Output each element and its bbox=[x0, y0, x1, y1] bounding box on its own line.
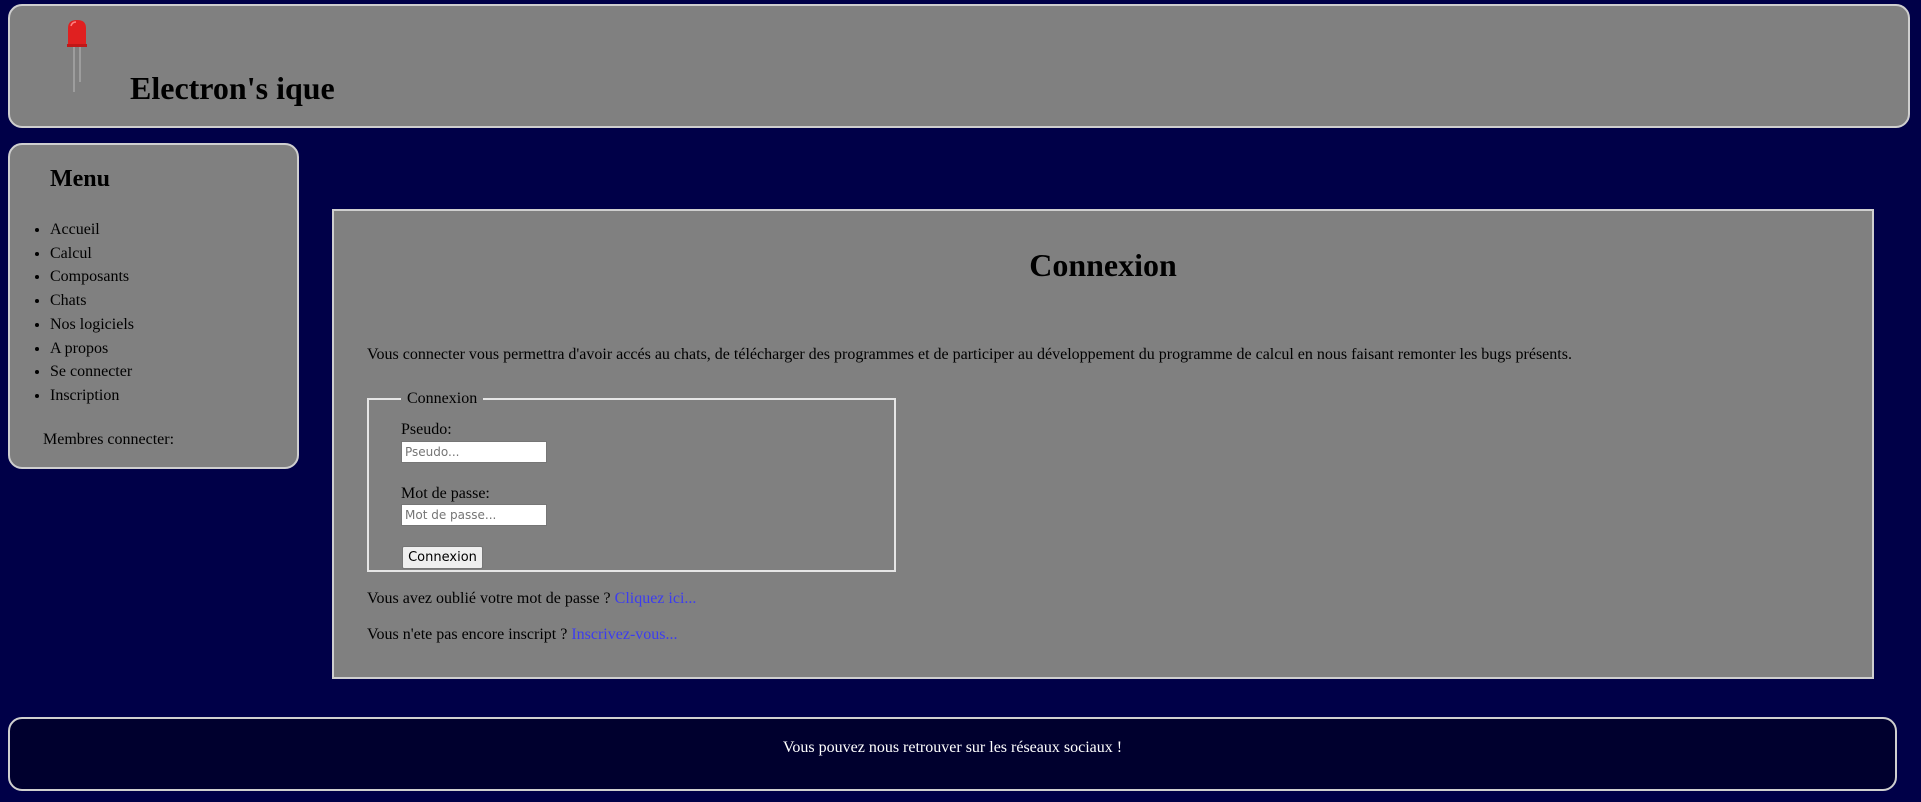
menu-item-accueil[interactable]: Accueil bbox=[50, 218, 134, 242]
forgot-password-line: Vous avez oublié votre mot de passe ? Cl… bbox=[367, 591, 696, 607]
site-footer: Vous pouvez nous retrouver sur les résea… bbox=[8, 717, 1897, 791]
register-text: Vous n'ete pas encore inscript ? bbox=[367, 626, 568, 643]
led-icon bbox=[67, 20, 87, 92]
connected-members-label: Membres connecter: bbox=[43, 431, 175, 448]
password-label: Mot de passe: bbox=[401, 485, 490, 502]
menu-item-calcul[interactable]: Calcul bbox=[50, 242, 134, 266]
site-header: Electron's ique bbox=[8, 4, 1910, 128]
pseudo-input[interactable] bbox=[401, 441, 547, 463]
menu-item-se-connecter[interactable]: Se connecter bbox=[50, 360, 134, 384]
menu-item-composants[interactable]: Composants bbox=[50, 265, 134, 289]
footer-text: Vous pouvez nous retrouver sur les résea… bbox=[782, 739, 1123, 756]
sidebar-menu: Menu Accueil Calcul Composants Chats Nos… bbox=[8, 143, 299, 469]
login-form: Connexion Pseudo: Mot de passe: Connexio… bbox=[367, 391, 896, 572]
menu-item-a-propos[interactable]: A propos bbox=[50, 337, 134, 361]
login-button[interactable]: Connexion bbox=[402, 546, 483, 569]
menu-list: Accueil Calcul Composants Chats Nos logi… bbox=[10, 218, 134, 408]
forgot-password-link[interactable]: Cliquez ici... bbox=[615, 590, 697, 607]
password-input[interactable] bbox=[401, 504, 547, 526]
page-title: Connexion bbox=[1029, 247, 1177, 283]
menu-item-chats[interactable]: Chats bbox=[50, 289, 134, 313]
site-title: Electron's ique bbox=[130, 70, 335, 106]
menu-item-nos-logiciels[interactable]: Nos logiciels bbox=[50, 313, 134, 337]
menu-title: Menu bbox=[50, 166, 110, 192]
forgot-password-text: Vous avez oublié votre mot de passe ? bbox=[367, 590, 611, 607]
login-form-legend: Connexion bbox=[407, 390, 478, 407]
menu-item-inscription[interactable]: Inscription bbox=[50, 384, 134, 408]
register-link[interactable]: Inscrivez-vous... bbox=[571, 626, 677, 643]
login-panel: Connexion Vous connecter vous permettra … bbox=[332, 209, 1874, 679]
register-line: Vous n'ete pas encore inscript ? Inscriv… bbox=[367, 627, 678, 643]
intro-text: Vous connecter vous permettra d'avoir ac… bbox=[367, 346, 1572, 363]
pseudo-label: Pseudo: bbox=[401, 421, 452, 438]
